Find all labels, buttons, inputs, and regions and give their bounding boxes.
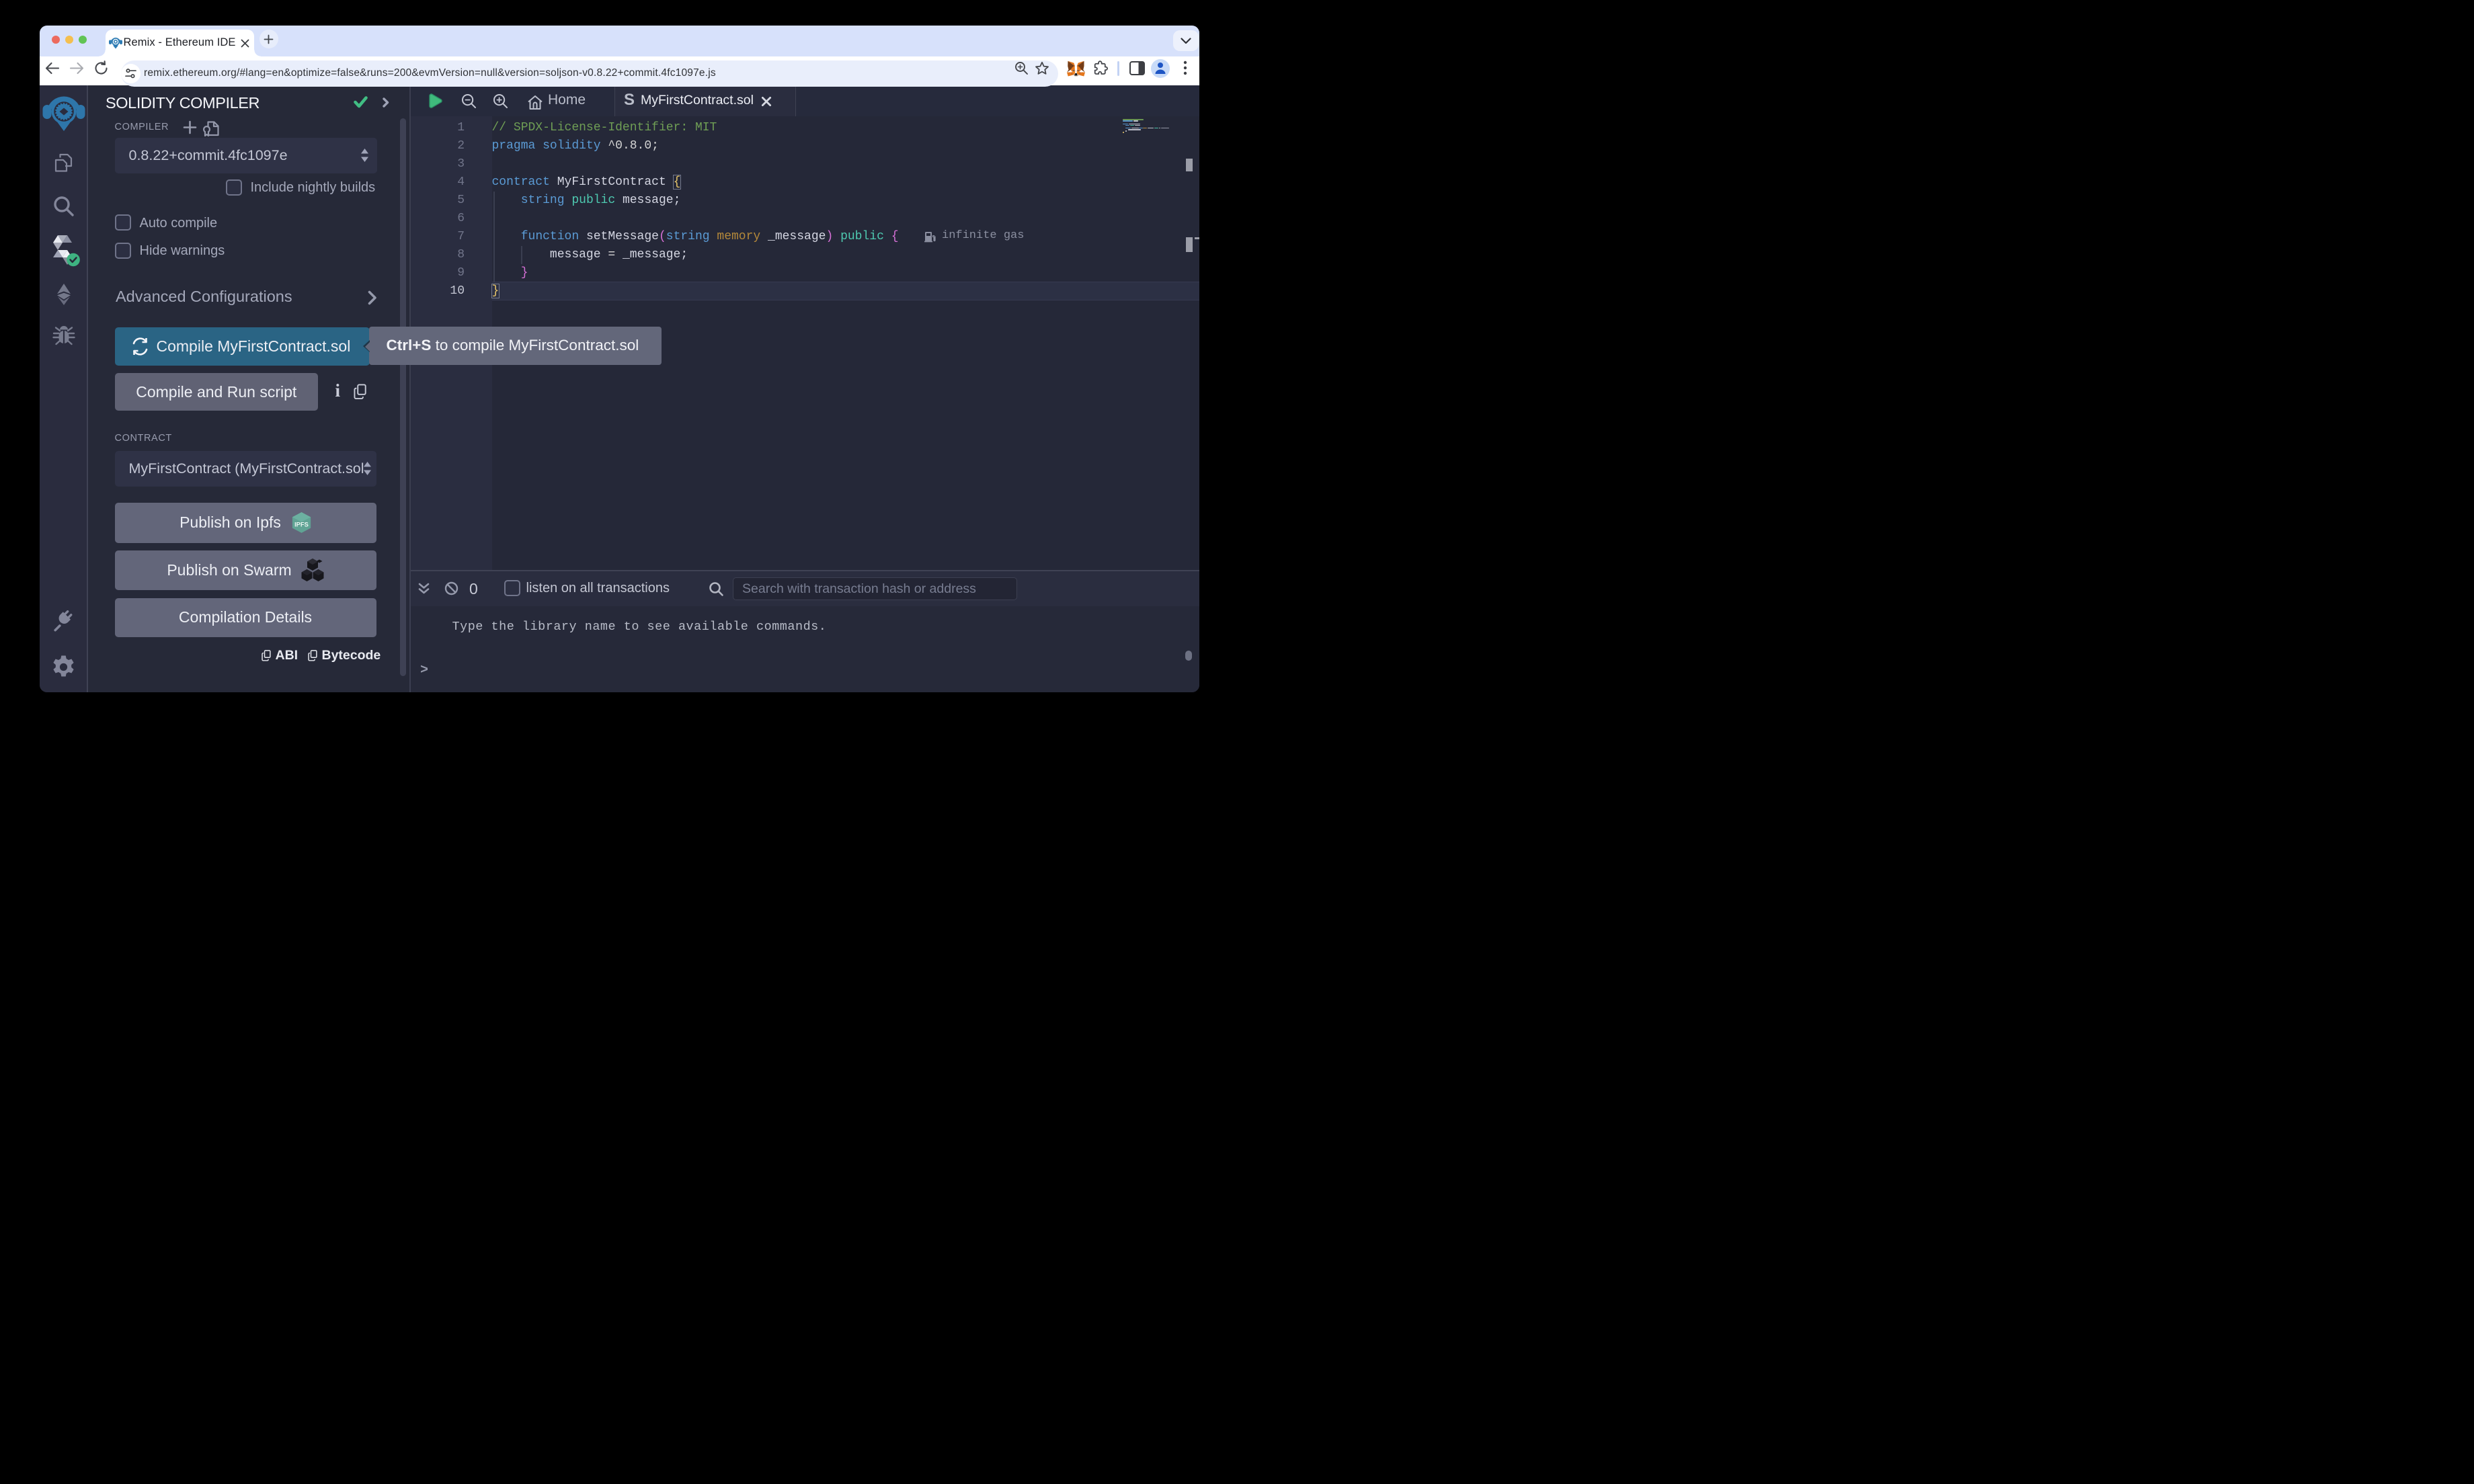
svg-text:IPFS: IPFS <box>294 521 309 528</box>
